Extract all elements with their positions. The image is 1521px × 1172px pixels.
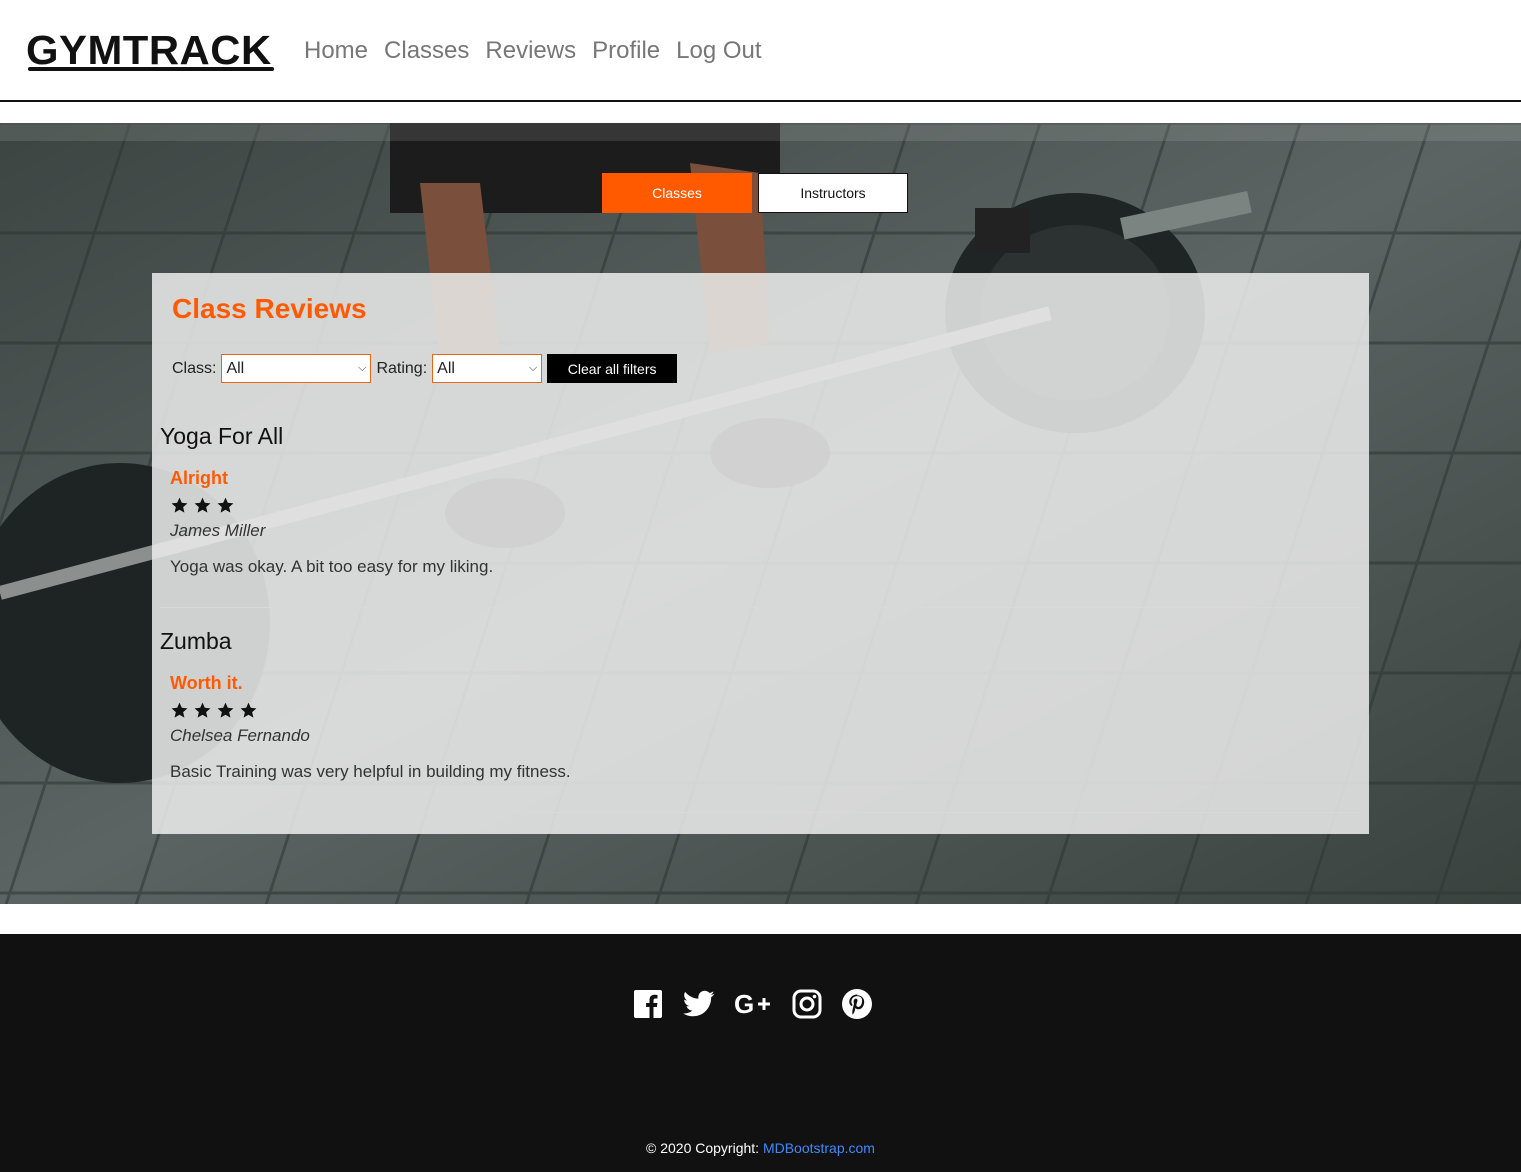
- reviewer-name: Chelsea Fernando: [170, 726, 310, 745]
- star-icon: [194, 702, 211, 718]
- class-name-heading: Yoga For All: [160, 423, 284, 449]
- class-reviews-panel: Class Reviews Class: All ⌵ Rating: All ⌵…: [152, 273, 1369, 834]
- reviewer-name: James Miller: [170, 521, 266, 540]
- filters-bar: Class: All ⌵ Rating: All ⌵ Clear all fil…: [172, 354, 678, 383]
- google-plus-icon[interactable]: G: [734, 990, 774, 1018]
- pinterest-icon[interactable]: [841, 988, 873, 1020]
- site-footer: G © 2020 Copyright: MDBootstrap.com: [0, 934, 1521, 1172]
- review-text: Basic Training was very helpful in build…: [170, 762, 571, 781]
- hero-section: Classes Instructors Class Reviews Class:…: [0, 123, 1521, 904]
- review-title: Worth it.: [170, 673, 243, 693]
- review-type-toggle: Classes Instructors: [602, 173, 908, 213]
- nav-reviews[interactable]: Reviews: [485, 34, 576, 68]
- twitter-icon[interactable]: [683, 990, 715, 1018]
- star-rating: [170, 496, 1361, 515]
- star-icon: [194, 497, 211, 513]
- nav-log-out[interactable]: Log Out: [676, 34, 761, 68]
- star-icon: [240, 702, 257, 718]
- review-title: Alright: [170, 468, 228, 488]
- star-icon: [217, 702, 234, 718]
- review-text: Yoga was okay. A bit too easy for my lik…: [170, 557, 494, 576]
- gymtrack-logo[interactable]: GYMTRACK: [26, 28, 276, 74]
- nav-home[interactable]: Home: [304, 34, 368, 68]
- svg-text:G: G: [734, 990, 754, 1018]
- class-filter-value: All: [226, 359, 245, 377]
- star-icon: [171, 497, 188, 513]
- star-icon: [171, 702, 188, 718]
- class-name-heading: Zumba: [160, 628, 232, 654]
- instructors-tab-button[interactable]: Instructors: [758, 173, 908, 213]
- logo-text: GYMTRACK: [26, 27, 272, 73]
- rating-filter-value: All: [437, 359, 455, 377]
- clear-filters-button[interactable]: Clear all filters: [547, 354, 678, 383]
- classes-tab-button[interactable]: Classes: [602, 173, 752, 213]
- site-header: GYMTRACK Home Classes Reviews Profile Lo…: [0, 0, 1521, 102]
- copyright-text: © 2020 Copyright:: [646, 1140, 760, 1156]
- rating-filter-label: Rating:: [376, 359, 428, 377]
- review-group: Zumba Worth it. Chelsea Fernando Basic T…: [160, 628, 1361, 813]
- page-title: Class Reviews: [172, 293, 367, 324]
- facebook-icon[interactable]: [633, 989, 663, 1019]
- class-filter-label: Class:: [172, 359, 217, 377]
- star-icon: [217, 497, 234, 513]
- nav-profile[interactable]: Profile: [592, 34, 660, 68]
- star-rating: [170, 701, 1361, 720]
- class-filter-select[interactable]: All ⌵: [221, 354, 372, 383]
- review-divider: [160, 607, 1361, 608]
- nav-classes[interactable]: Classes: [384, 34, 469, 68]
- chevron-down-icon: ⌵: [358, 362, 367, 374]
- copyright: © 2020 Copyright: MDBootstrap.com: [0, 1140, 1521, 1156]
- mdbootstrap-link[interactable]: MDBootstrap.com: [763, 1140, 875, 1156]
- rating-filter-select[interactable]: All ⌵: [432, 354, 543, 383]
- chevron-down-icon: ⌵: [528, 362, 538, 374]
- instagram-icon[interactable]: [792, 989, 822, 1019]
- main-nav: Home Classes Reviews Profile Log Out: [304, 34, 762, 68]
- review-group: Yoga For All Alright James Miller Yoga w…: [160, 423, 1361, 608]
- social-icons: G: [633, 988, 873, 1020]
- logo-underline: [28, 67, 274, 71]
- review-divider: [160, 812, 1361, 813]
